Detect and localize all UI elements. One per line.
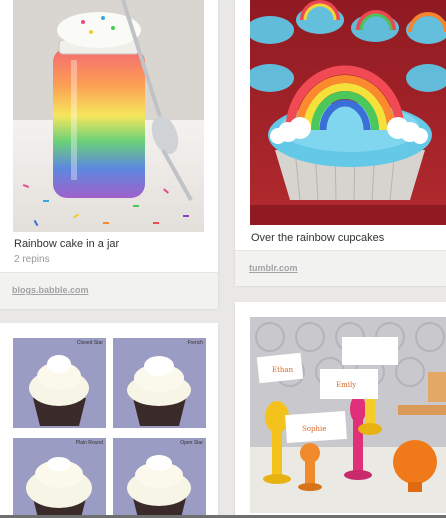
pin-card-frosting-tips[interactable]: Closed Star French Plain Round Open Star [0,323,218,518]
cupcake-illustration [127,455,191,518]
pin-source-strip: blogs.babble.com [0,272,218,309]
grid-cell-french: French [113,338,206,428]
place-card-name: Ethan [272,366,294,374]
grid-cell-plain-round: Plain Round [13,438,106,518]
grid-cell-label: Closed Star [76,340,103,346]
pin-caption: Over the rainbow cupcakes [251,232,385,244]
pin-card-place-cards[interactable]: Ethan Emily Sophie [235,302,446,518]
grid-cell-label: French [187,340,203,346]
rainbow-cupcakes-photo [250,0,446,225]
place-card-name: Sophie [302,425,326,433]
source-link[interactable]: tumblr.com [249,263,298,273]
cupcake-illustration [29,355,89,426]
pin-image-rainbow-cupcakes[interactable] [250,0,446,225]
pin-image-rainbow-cake[interactable] [13,0,204,232]
grid-cell-open-star: Open Star [113,438,206,518]
grid-cell-closed-star: Closed Star [13,338,106,428]
place-card-name: Emily [336,381,356,389]
cupcake-illustration [26,457,92,518]
pin-image-place-cards[interactable]: Ethan Emily Sophie [250,317,446,513]
grid-cell-label: Plain Round [75,440,103,446]
repin-count: 2 repins [14,254,50,265]
pin-card-rainbow-cake[interactable]: Rainbow cake in a jar 2 repins blogs.bab… [0,0,218,309]
pin-card-rainbow-cupcakes[interactable]: Over the rainbow cupcakes tumblr.com [235,0,446,286]
pin-caption: Rainbow cake in a jar [14,238,120,250]
rainbow-cake-photo [13,0,204,232]
source-link[interactable]: blogs.babble.com [12,285,89,295]
pin-image-frosting-tips[interactable]: Closed Star French Plain Round Open Star [13,338,206,518]
pin-source-strip: tumblr.com [235,250,446,286]
place-cards-photo: Ethan Emily Sophie [250,317,446,513]
cupcake-illustration [127,356,191,426]
grid-cell-label: Open Star [180,440,203,446]
